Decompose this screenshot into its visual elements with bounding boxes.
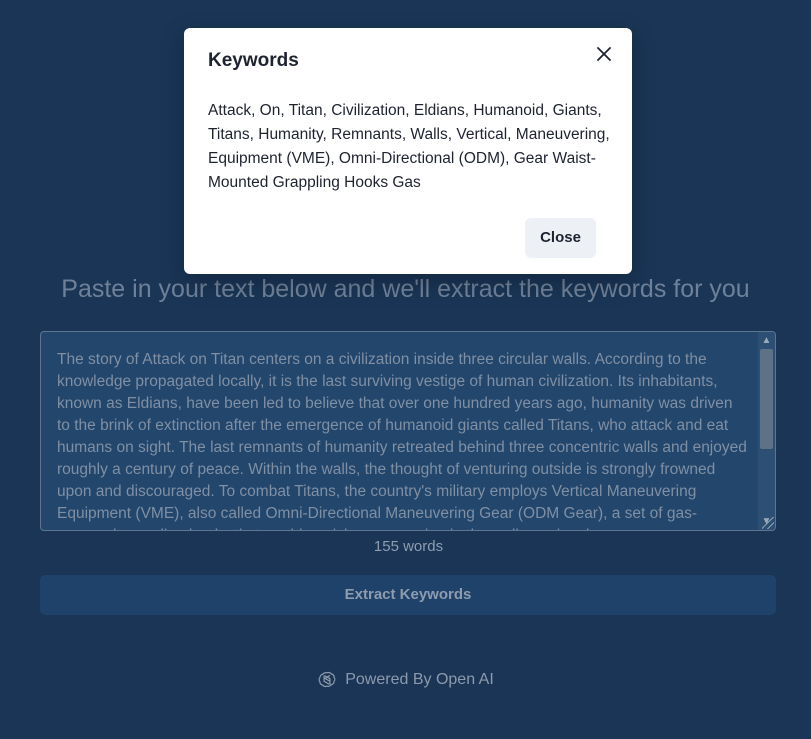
app-page: Paste in your text below and we'll extra… [0,0,811,739]
keywords-modal: Keywords Attack, On, Titan, Civilization… [184,28,632,274]
close-icon[interactable] [592,42,616,66]
keywords-text: Attack, On, Titan, Civilization, Eldians… [208,102,610,191]
close-button[interactable]: Close [525,218,596,258]
modal-title: Keywords [208,50,299,71]
